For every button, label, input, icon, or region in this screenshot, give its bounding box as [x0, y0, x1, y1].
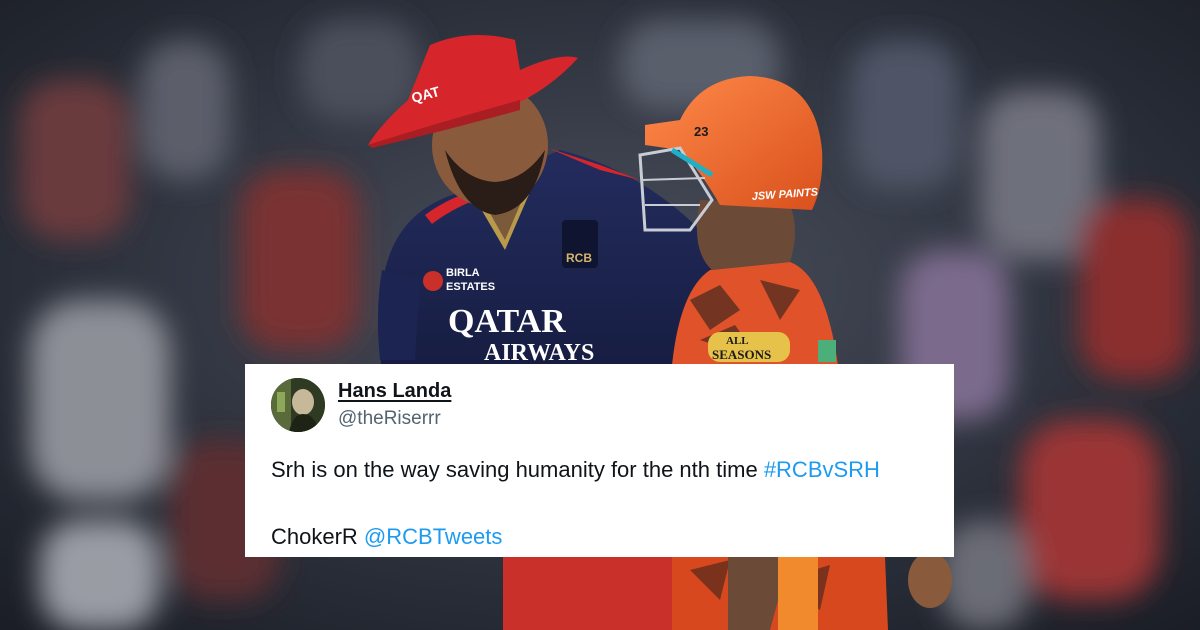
display-name[interactable]: Hans Landa [338, 380, 451, 403]
tweet-text-line-1: Srh is on the way saving humanity for th… [271, 457, 880, 483]
tweet-card: Hans Landa @theRiserrr Srh is on the way… [245, 364, 954, 557]
svg-text:SEASONS: SEASONS [712, 347, 771, 362]
user-handle[interactable]: @theRiserrr [338, 408, 441, 430]
jersey-sponsor-line1: QATAR [448, 303, 566, 340]
svg-text:RCB: RCB [566, 251, 592, 265]
svg-text:BIRLA: BIRLA [446, 267, 480, 279]
mention-link[interactable]: @RCBTweets [364, 524, 502, 549]
tweet-text-line-2: ChokerR @RCBTweets [271, 524, 502, 550]
svg-text:ESTATES: ESTATES [446, 281, 495, 293]
tweet-text: Srh is on the way saving humanity for th… [271, 457, 764, 482]
hashtag-link[interactable]: #RCBvSRH [764, 457, 880, 482]
jersey-sponsor-line2: AIRWAYS [484, 340, 594, 366]
svg-text:ALL: ALL [726, 335, 749, 347]
tweet-text-2: ChokerR [271, 524, 364, 549]
avatar[interactable] [271, 378, 325, 432]
birla-logo [423, 271, 443, 291]
helmet-number: 23 [694, 124, 708, 139]
